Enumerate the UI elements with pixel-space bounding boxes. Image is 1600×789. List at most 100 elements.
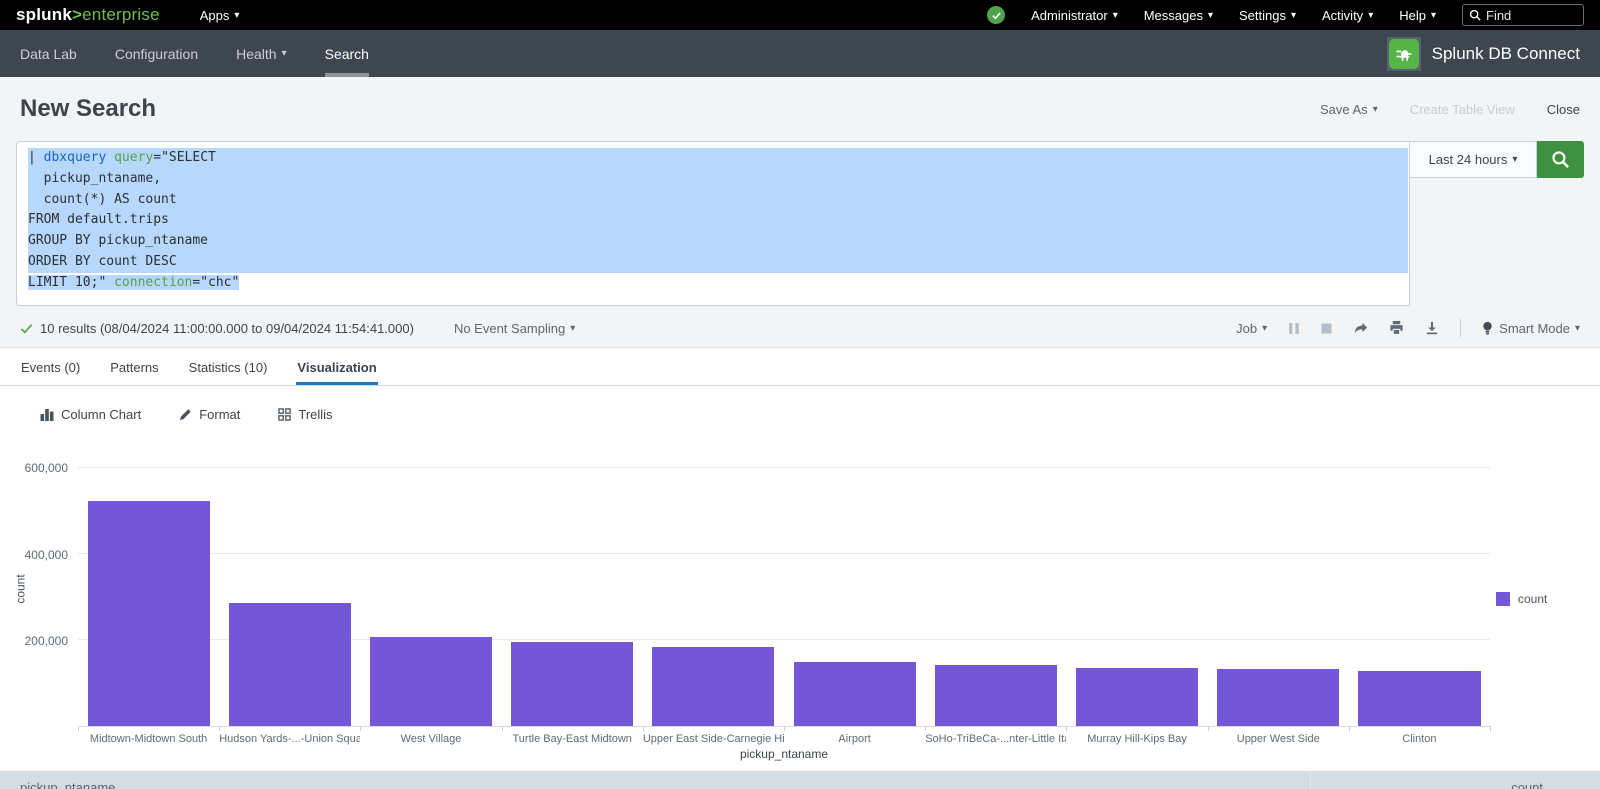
job-menu[interactable]: Job <box>1236 321 1267 336</box>
time-range-picker[interactable]: Last 24 hours <box>1410 141 1537 178</box>
chart-y-axis: 200,000400,000600,000 <box>0 449 70 727</box>
menu-administrator[interactable]: Administrator <box>1031 8 1118 23</box>
legend-label: count <box>1518 592 1547 606</box>
find-search-box[interactable] <box>1462 4 1584 26</box>
chart-bar[interactable] <box>88 501 210 726</box>
pause-icon <box>1288 322 1300 335</box>
search-submit-button[interactable] <box>1537 141 1584 178</box>
x-tick-label: Midtown-Midtown South <box>78 733 219 745</box>
event-sampling-label: No Event Sampling <box>454 321 565 336</box>
search-mode-label: Smart Mode <box>1499 321 1570 336</box>
close-label: Close <box>1547 102 1580 117</box>
nav-search[interactable]: Search <box>325 30 369 77</box>
y-tick-label: 600,000 <box>25 461 68 475</box>
tab-events[interactable]: Events (0) <box>20 348 81 385</box>
share-button[interactable] <box>1353 321 1368 335</box>
query-line: pickup_ntaname, <box>28 169 1408 190</box>
chart-bar[interactable] <box>794 662 916 726</box>
pencil-icon <box>179 408 192 421</box>
pause-button[interactable] <box>1288 322 1300 335</box>
app-identity[interactable]: Splunk DB Connect <box>1387 30 1580 77</box>
nav-health-label: Health <box>236 46 276 62</box>
chart-bar-slot <box>784 449 925 726</box>
legend-swatch <box>1496 592 1510 606</box>
menu-help[interactable]: Help <box>1399 8 1436 23</box>
chart-type-label: Column Chart <box>61 407 141 422</box>
chart-bar-slot <box>78 449 219 726</box>
chart-bar[interactable] <box>511 642 633 726</box>
chart-bar-slot <box>502 449 643 726</box>
chart-bar[interactable] <box>1076 668 1198 726</box>
query-pipe: | <box>28 150 44 165</box>
search-mode-menu[interactable]: Smart Mode <box>1482 321 1580 336</box>
search-query-input[interactable]: | dbxquery query="SELECT pickup_ntaname,… <box>16 141 1410 306</box>
print-button[interactable] <box>1389 321 1404 335</box>
y-tick-label: 200,000 <box>25 634 68 648</box>
x-tick-mark <box>784 726 785 731</box>
nav-configuration-label: Configuration <box>115 46 198 62</box>
x-tick-label: Clinton <box>1349 733 1490 745</box>
x-tick-mark <box>502 726 503 731</box>
menu-activity[interactable]: Activity <box>1322 8 1373 23</box>
visualization-controls: Column Chart Format Trellis <box>0 402 1600 426</box>
download-icon <box>1425 321 1439 335</box>
chart-legend[interactable]: count <box>1496 592 1547 606</box>
nav-configuration[interactable]: Configuration <box>115 30 198 77</box>
trellis-label: Trellis <box>298 407 332 422</box>
chart-plot <box>78 449 1490 727</box>
nav-search-label: Search <box>325 46 369 62</box>
chart-bar-slot <box>219 449 360 726</box>
health-status-icon[interactable] <box>987 6 1005 24</box>
close-button[interactable]: Close <box>1547 102 1580 117</box>
tab-statistics[interactable]: Statistics (10) <box>188 348 269 385</box>
splunk-logo[interactable]: splunk>enterprise <box>16 5 160 25</box>
format-label: Format <box>199 407 240 422</box>
table-column-count[interactable]: count <box>1310 771 1600 789</box>
stop-button[interactable] <box>1321 323 1332 334</box>
statistics-table-header: pickup_ntaname count <box>0 771 1600 789</box>
trellis-grid-icon <box>278 408 291 421</box>
search-header-band: New Search Save As Create Table View Clo… <box>0 77 1600 348</box>
chart-bar-slot <box>1208 449 1349 726</box>
chart-bar-slot <box>925 449 1066 726</box>
x-tick-label: West Village <box>360 733 501 745</box>
chart-bar[interactable] <box>652 647 774 726</box>
plug-icon <box>1389 39 1419 69</box>
menu-settings[interactable]: Settings <box>1239 8 1296 23</box>
x-tick-label: Turtle Bay-East Midtown <box>502 733 643 745</box>
db-connect-icon-tile <box>1387 37 1421 71</box>
chart-bar[interactable] <box>370 637 492 726</box>
nav-data-lab[interactable]: Data Lab <box>20 30 77 77</box>
query-param: connection <box>114 275 192 290</box>
apps-menu-label: Apps <box>200 8 230 23</box>
chart-bar[interactable] <box>229 603 351 726</box>
find-input[interactable] <box>1486 8 1566 23</box>
app-name: Splunk DB Connect <box>1432 44 1580 64</box>
chart-bar[interactable] <box>1217 669 1339 726</box>
export-button[interactable] <box>1425 321 1439 335</box>
chart-bar[interactable] <box>935 665 1057 726</box>
menu-messages[interactable]: Messages <box>1144 8 1213 23</box>
create-table-view-button[interactable]: Create Table View <box>1410 102 1515 117</box>
table-column-pickup-ntaname[interactable]: pickup_ntaname <box>0 771 1310 789</box>
chart-x-axis-title: pickup_ntaname <box>78 747 1490 761</box>
tab-patterns[interactable]: Patterns <box>109 348 159 385</box>
menu-settings-label: Settings <box>1239 8 1286 23</box>
tab-visualization[interactable]: Visualization <box>296 348 377 385</box>
time-range-label: Last 24 hours <box>1429 152 1508 167</box>
apps-menu[interactable]: Apps <box>200 8 240 23</box>
format-button[interactable]: Format <box>179 407 240 422</box>
print-icon <box>1389 321 1404 335</box>
chart-bar[interactable] <box>1358 671 1480 726</box>
event-sampling-menu[interactable]: No Event Sampling <box>454 321 575 336</box>
nav-data-lab-label: Data Lab <box>20 46 77 62</box>
trellis-button[interactable]: Trellis <box>278 407 332 422</box>
query-line: ORDER BY count DESC <box>28 252 1408 273</box>
query-line: count(*) AS count <box>28 190 1408 211</box>
x-tick-label: Upper West Side <box>1208 733 1349 745</box>
menu-messages-label: Messages <box>1144 8 1203 23</box>
chart-type-picker[interactable]: Column Chart <box>40 407 141 422</box>
nav-health[interactable]: Health <box>236 30 287 77</box>
lightbulb-icon <box>1482 321 1493 336</box>
save-as-button[interactable]: Save As <box>1320 102 1378 117</box>
